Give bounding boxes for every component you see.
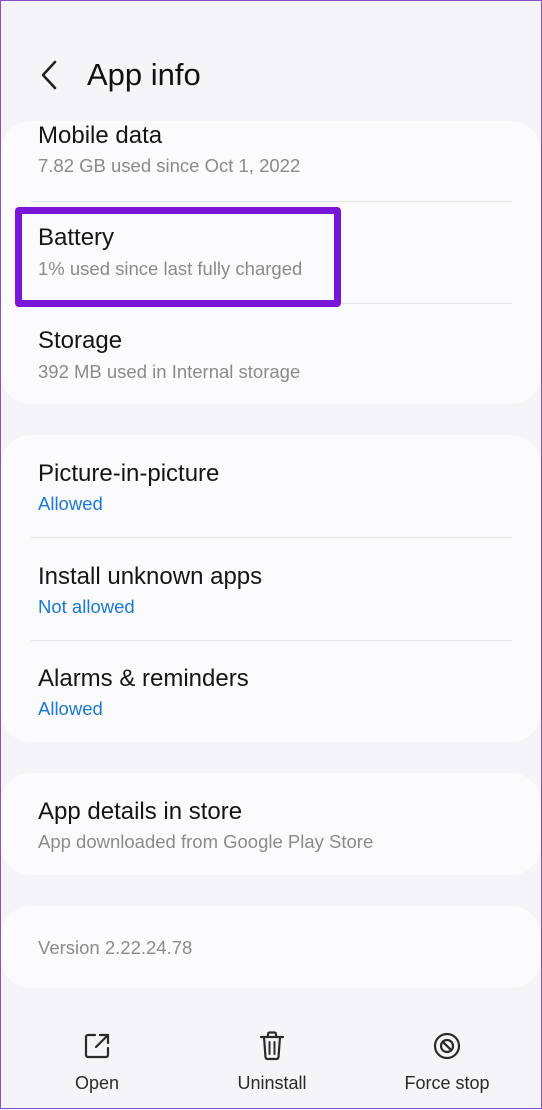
storage-summary: 392 MB used in Internal storage bbox=[38, 361, 301, 382]
alarms-reminders-label: Alarms & reminders bbox=[38, 665, 249, 692]
uninstall-label: Uninstall bbox=[237, 1073, 307, 1093]
app-details-in-store-label: App details in store bbox=[38, 798, 243, 825]
picture-in-picture-status: Allowed bbox=[38, 493, 103, 514]
app-details-in-store-item[interactable]: App details in store App downloaded from… bbox=[1, 773, 541, 876]
force-stop-button[interactable]: Force stop bbox=[377, 1029, 517, 1109]
top-app-bar: App info bbox=[1, 1, 541, 121]
battery-highlight-box bbox=[15, 207, 341, 307]
open-label: Open bbox=[74, 1073, 120, 1093]
mobile-data-label: Mobile data bbox=[38, 122, 163, 149]
version-card: Version 2.22.24.78 bbox=[1, 906, 541, 988]
page-title: App info bbox=[87, 57, 201, 92]
uninstall-button[interactable]: Uninstall bbox=[202, 1029, 342, 1109]
stop-circle-icon bbox=[430, 1029, 464, 1063]
picture-in-picture-item[interactable]: Picture-in-picture Allowed bbox=[1, 435, 541, 538]
picture-in-picture-label: Picture-in-picture bbox=[38, 460, 220, 487]
alarms-reminders-item[interactable]: Alarms & reminders Allowed bbox=[1, 640, 541, 743]
storage-item[interactable]: Storage 392 MB used in Internal storage bbox=[1, 303, 541, 406]
install-unknown-apps-item[interactable]: Install unknown apps Not allowed bbox=[1, 537, 541, 640]
store-card: App details in store App downloaded from… bbox=[1, 773, 541, 875]
permissions-card: Picture-in-picture Allowed Install unkno… bbox=[1, 435, 541, 742]
install-unknown-apps-status: Not allowed bbox=[38, 596, 135, 617]
storage-label: Storage bbox=[38, 327, 123, 354]
back-button[interactable] bbox=[29, 53, 69, 97]
version-text: Version 2.22.24.78 bbox=[38, 937, 193, 958]
chevron-left-icon bbox=[41, 60, 57, 90]
app-details-in-store-summary: App downloaded from Google Play Store bbox=[38, 831, 374, 852]
mobile-data-summary: 7.82 GB used since Oct 1, 2022 bbox=[38, 155, 301, 176]
open-button[interactable]: Open bbox=[27, 1029, 167, 1109]
trash-icon bbox=[255, 1029, 289, 1063]
install-unknown-apps-label: Install unknown apps bbox=[38, 563, 263, 590]
force-stop-label: Force stop bbox=[404, 1073, 490, 1093]
bottom-action-bar: Open Uninstall Force stop bbox=[1, 1011, 541, 1110]
alarms-reminders-status: Allowed bbox=[38, 698, 103, 719]
open-external-icon bbox=[80, 1029, 114, 1063]
